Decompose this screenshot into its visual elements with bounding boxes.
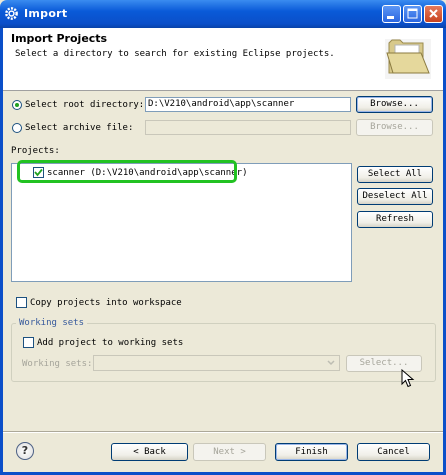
working-sets-group bbox=[11, 323, 436, 382]
cancel-button[interactable]: Cancel bbox=[357, 443, 430, 461]
browse-root-button[interactable]: Browse... bbox=[356, 96, 433, 113]
copy-projects-label: Copy projects into workspace bbox=[30, 298, 182, 308]
maximize-icon bbox=[407, 8, 418, 19]
chevron-down-icon bbox=[327, 360, 335, 366]
close-button[interactable] bbox=[424, 5, 443, 23]
archive-file-field[interactable] bbox=[145, 120, 351, 135]
wizard-header: Import Projects Select a directory to se… bbox=[3, 28, 443, 91]
root-directory-field[interactable]: D:\V210\android\app\scanner bbox=[145, 97, 351, 112]
refresh-button[interactable]: Refresh bbox=[357, 211, 433, 228]
page-description: Select a directory to search for existin… bbox=[15, 49, 335, 59]
back-button[interactable]: < Back bbox=[111, 443, 188, 461]
browse-archive-button[interactable]: Browse... bbox=[356, 119, 433, 136]
title-bar[interactable]: Import bbox=[0, 0, 446, 28]
finish-button[interactable]: Finish bbox=[275, 443, 348, 461]
archive-file-radio[interactable] bbox=[12, 123, 22, 133]
root-directory-radio[interactable] bbox=[12, 100, 22, 110]
projects-label: Projects: bbox=[11, 146, 60, 156]
footer-separator bbox=[3, 431, 443, 433]
minimize-icon bbox=[387, 16, 394, 19]
select-all-button[interactable]: Select All bbox=[357, 166, 433, 183]
mouse-cursor-icon bbox=[401, 369, 415, 388]
window-title: Import bbox=[24, 7, 68, 20]
working-sets-combo[interactable] bbox=[93, 355, 340, 371]
working-sets-title: Working sets bbox=[16, 318, 88, 328]
close-icon bbox=[429, 9, 438, 18]
minimize-button[interactable] bbox=[382, 5, 401, 23]
folder-icon bbox=[385, 39, 431, 79]
root-directory-label: Select root directory: bbox=[25, 100, 145, 110]
next-button[interactable]: Next > bbox=[193, 443, 266, 461]
working-sets-label: Working sets: bbox=[22, 359, 93, 369]
copy-projects-checkbox[interactable] bbox=[16, 297, 27, 308]
highlight-box bbox=[17, 160, 237, 183]
maximize-button[interactable] bbox=[403, 5, 422, 23]
page-title: Import Projects bbox=[11, 32, 108, 45]
archive-file-label: Select archive file: bbox=[25, 123, 134, 133]
add-to-working-sets-label: Add project to working sets bbox=[37, 338, 184, 348]
help-button[interactable]: ? bbox=[16, 442, 34, 460]
add-to-working-sets-checkbox[interactable] bbox=[23, 337, 34, 348]
deselect-all-button[interactable]: Deselect All bbox=[357, 188, 433, 205]
gear-icon bbox=[5, 7, 18, 20]
